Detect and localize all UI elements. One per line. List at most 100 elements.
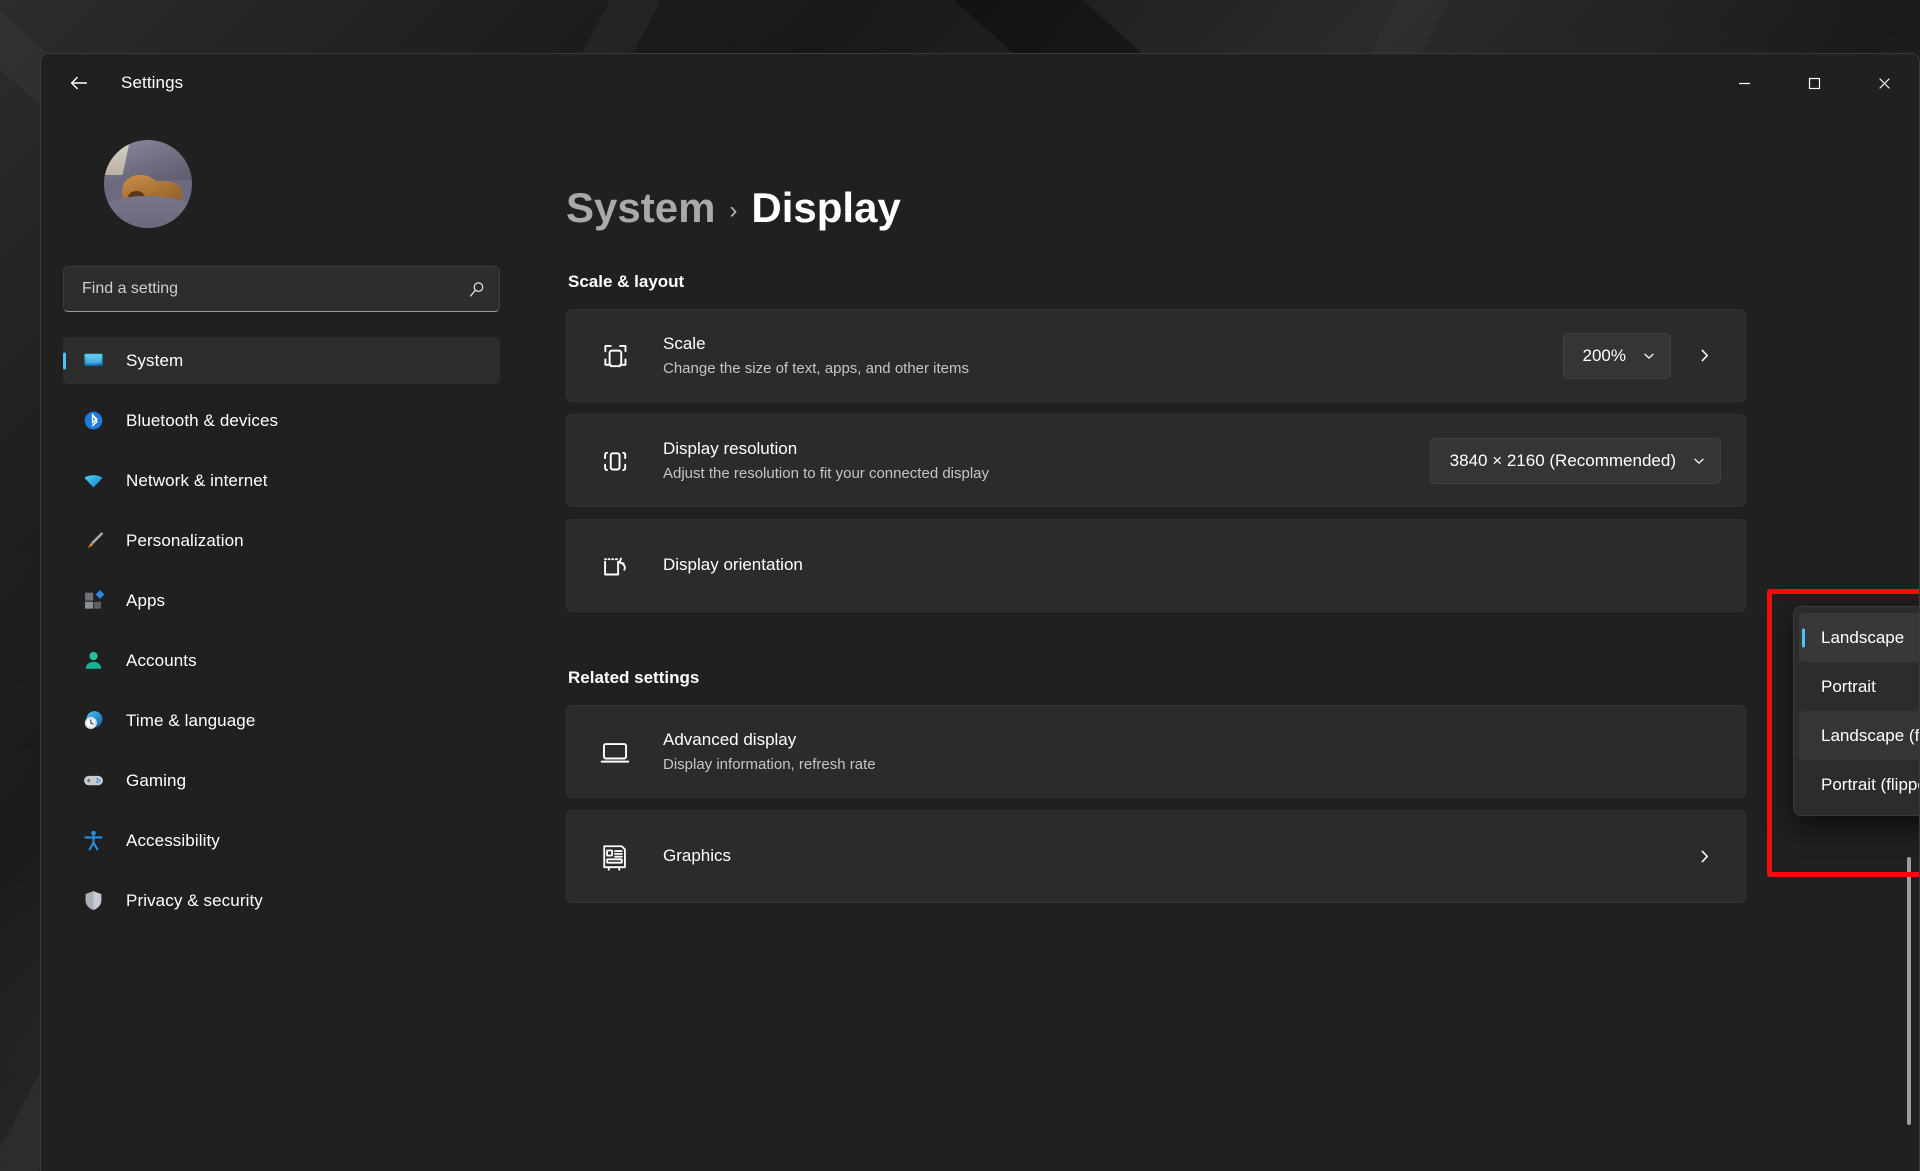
- monitor-icon: [80, 348, 106, 374]
- main-content: System › Display Scale & layout: [522, 112, 1919, 1171]
- setting-subtitle: Display information, refresh rate: [663, 755, 1721, 775]
- avatar: [104, 140, 192, 228]
- setting-row-text: Display orientation: [663, 554, 1721, 577]
- apps-icon: [80, 588, 106, 614]
- clock-globe-icon: [80, 708, 106, 734]
- display-resolution-dropdown[interactable]: 3840 × 2160 (Recommended): [1430, 438, 1721, 484]
- setting-subtitle: Change the size of text, apps, and other…: [663, 359, 1563, 379]
- window-body: System Bluetooth & devices: [41, 112, 1919, 1171]
- setting-subtitle: Adjust the resolution to fit your connec…: [663, 464, 1430, 484]
- setting-row-text: Advanced display Display information, re…: [663, 729, 1721, 774]
- advanced-display-icon: [595, 732, 635, 772]
- page-title: Display: [751, 184, 900, 232]
- paintbrush-icon: [80, 528, 106, 554]
- desktop-background: Settings: [0, 0, 1920, 1171]
- close-icon: [1878, 77, 1891, 90]
- setting-row-advanced-display[interactable]: Advanced display Display information, re…: [566, 705, 1746, 798]
- sidebar-item-label: Personalization: [126, 531, 244, 551]
- orientation-option-landscape-flipped[interactable]: Landscape (flipped): [1799, 711, 1919, 760]
- search-button[interactable]: [460, 273, 492, 305]
- sidebar-item-label: Network & internet: [126, 471, 268, 491]
- chevron-right-icon: [1696, 848, 1713, 865]
- graphics-card-icon: [595, 837, 635, 877]
- scale-dropdown-value: 200%: [1583, 346, 1626, 366]
- person-icon: [80, 648, 106, 674]
- search-icon: [467, 280, 486, 299]
- sidebar-item-label: Time & language: [126, 711, 255, 731]
- minimize-icon: [1738, 77, 1751, 90]
- display-resolution-value: 3840 × 2160 (Recommended): [1450, 451, 1676, 471]
- sidebar-item-label: Accounts: [126, 651, 197, 671]
- settings-window: Settings: [40, 53, 1920, 1171]
- orientation-option-label: Portrait (flipped): [1821, 775, 1919, 795]
- orientation-option-portrait[interactable]: Portrait: [1799, 662, 1919, 711]
- scale-dropdown[interactable]: 200%: [1563, 333, 1671, 379]
- breadcrumb: System › Display: [566, 184, 1919, 232]
- sidebar-item-system[interactable]: System: [63, 337, 500, 384]
- breadcrumb-parent[interactable]: System: [566, 184, 715, 232]
- orientation-option-label: Landscape: [1821, 628, 1904, 648]
- back-button[interactable]: [58, 62, 100, 104]
- minimize-button[interactable]: [1709, 54, 1779, 112]
- caption-button-group: [1709, 54, 1919, 112]
- close-button[interactable]: [1849, 54, 1919, 112]
- section-title-related-settings: Related settings: [568, 668, 1919, 688]
- setting-row-scale[interactable]: Scale Change the size of text, apps, and…: [566, 309, 1746, 402]
- shield-icon: [80, 888, 106, 914]
- sidebar-item-label: Accessibility: [126, 831, 220, 851]
- bluetooth-icon: [80, 408, 106, 434]
- back-arrow-icon: [68, 72, 90, 94]
- scrollbar-thumb[interactable]: [1907, 857, 1911, 1125]
- orientation-option-portrait-flipped[interactable]: Portrait (flipped): [1799, 760, 1919, 809]
- orientation-option-label: Portrait: [1821, 677, 1876, 697]
- scale-icon: [595, 336, 635, 376]
- chevron-down-icon: [1692, 454, 1706, 468]
- graphics-detail-button[interactable]: [1687, 840, 1721, 874]
- setting-title: Advanced display: [663, 729, 1721, 752]
- sidebar-item-label: Privacy & security: [126, 891, 263, 911]
- sidebar-item-bluetooth-devices[interactable]: Bluetooth & devices: [63, 397, 500, 444]
- sidebar-item-network-internet[interactable]: Network & internet: [63, 457, 500, 504]
- search-input[interactable]: [63, 266, 500, 312]
- sidebar-item-accessibility[interactable]: Accessibility: [63, 817, 500, 864]
- accessibility-icon: [80, 828, 106, 854]
- chevron-down-icon: [1642, 349, 1656, 363]
- section-title-scale-layout: Scale & layout: [568, 272, 1919, 292]
- sidebar-item-gaming[interactable]: Gaming: [63, 757, 500, 804]
- sidebar: System Bluetooth & devices: [41, 112, 522, 1171]
- sidebar-item-accounts[interactable]: Accounts: [63, 637, 500, 684]
- gamepad-icon: [80, 768, 106, 794]
- resolution-icon: [595, 441, 635, 481]
- scale-detail-button[interactable]: [1687, 339, 1721, 373]
- chevron-right-icon: ›: [729, 197, 737, 225]
- avatar-cushion: [104, 196, 192, 228]
- wifi-icon: [80, 468, 106, 494]
- display-orientation-flyout: Landscape Portrait Landscape (flipped) P…: [1793, 606, 1919, 816]
- orientation-option-label: Landscape (flipped): [1821, 726, 1919, 746]
- sidebar-item-label: Bluetooth & devices: [126, 411, 278, 431]
- sidebar-item-label: System: [126, 351, 183, 371]
- avatar-container[interactable]: [104, 140, 500, 228]
- setting-row-text: Display resolution Adjust the resolution…: [663, 438, 1430, 483]
- window-titlebar: Settings: [41, 54, 1919, 112]
- sidebar-item-personalization[interactable]: Personalization: [63, 517, 500, 564]
- orientation-icon: [595, 546, 635, 586]
- setting-title: Scale: [663, 333, 1563, 356]
- sidebar-item-label: Apps: [126, 591, 165, 611]
- sidebar-nav: System Bluetooth & devices: [63, 337, 500, 924]
- setting-row-graphics[interactable]: Graphics: [566, 810, 1746, 903]
- window-title: Settings: [121, 73, 183, 93]
- setting-row-text: Graphics: [663, 845, 1671, 868]
- sidebar-item-apps[interactable]: Apps: [63, 577, 500, 624]
- chevron-right-icon: [1696, 347, 1713, 364]
- setting-row-display-orientation[interactable]: Display orientation: [566, 519, 1746, 612]
- setting-row-display-resolution[interactable]: Display resolution Adjust the resolution…: [566, 414, 1746, 507]
- setting-row-text: Scale Change the size of text, apps, and…: [663, 333, 1563, 378]
- sidebar-item-privacy-security[interactable]: Privacy & security: [63, 877, 500, 924]
- setting-title: Display resolution: [663, 438, 1430, 461]
- setting-title: Graphics: [663, 845, 1671, 868]
- sidebar-item-time-language[interactable]: Time & language: [63, 697, 500, 744]
- orientation-option-landscape[interactable]: Landscape: [1799, 613, 1919, 662]
- maximize-button[interactable]: [1779, 54, 1849, 112]
- sidebar-item-label: Gaming: [126, 771, 186, 791]
